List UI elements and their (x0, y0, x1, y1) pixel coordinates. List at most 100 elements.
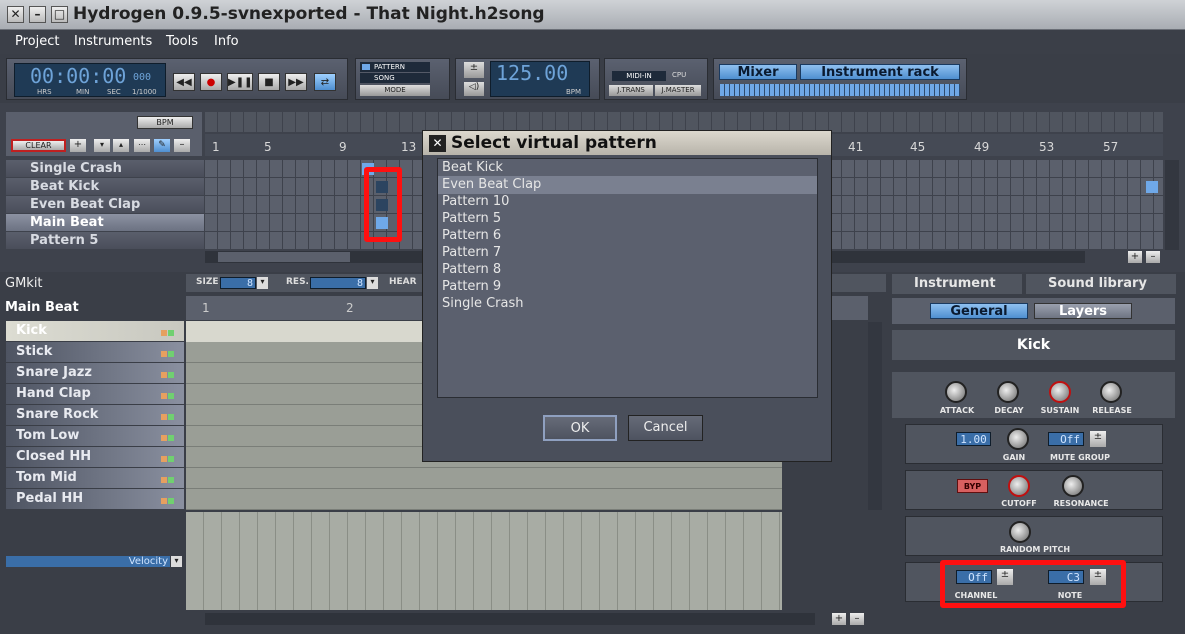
bpm-stepper-icon[interactable]: ± (464, 62, 484, 78)
move-down-icon[interactable]: ▾ (94, 139, 110, 152)
instrument-name: Snare Rock (16, 407, 99, 422)
mode-button[interactable]: MODE (360, 85, 430, 96)
cancel-button[interactable]: Cancel (628, 415, 703, 441)
mute-group-value[interactable]: Off (1048, 432, 1084, 446)
list-item[interactable]: Pattern 10 (442, 193, 509, 210)
zoom-in-icon[interactable]: + (1128, 251, 1142, 263)
res-dropdown-icon[interactable]: ▾ (367, 277, 378, 289)
gain-knob[interactable] (1007, 428, 1029, 450)
add-pattern-icon[interactable]: + (70, 139, 86, 152)
instrument-rack-button[interactable]: Instrument rack (800, 64, 960, 80)
close-icon[interactable]: ✕ (7, 6, 24, 23)
mute-solo-leds[interactable] (160, 367, 174, 381)
filter-bypass-button[interactable]: BYP (957, 479, 988, 493)
instrument-row[interactable]: Snare Jazz (6, 363, 184, 383)
minimize-icon[interactable]: – (29, 6, 46, 23)
mute-solo-leds[interactable] (160, 409, 174, 423)
instrument-row[interactable]: Tom Mid (6, 468, 184, 488)
menu-project[interactable]: Project (15, 34, 59, 49)
fast-forward-button[interactable]: ▶▶ (285, 73, 307, 91)
pattern-row-selected[interactable]: Main Beat (6, 214, 204, 231)
song-bpm-button[interactable]: BPM (137, 116, 193, 129)
pattern-row[interactable]: Beat Kick (6, 178, 204, 195)
song-vscrollbar[interactable] (1165, 160, 1179, 250)
mute-solo-leds[interactable] (160, 346, 174, 360)
attack-knob[interactable] (945, 381, 967, 403)
list-item[interactable]: Beat Kick (442, 159, 503, 176)
tab-general[interactable]: General (930, 303, 1028, 319)
release-knob[interactable] (1100, 381, 1122, 403)
mute-solo-leds[interactable] (160, 388, 174, 402)
gain-value[interactable]: 1.00 (956, 432, 991, 446)
tab-layers[interactable]: Layers (1034, 303, 1132, 319)
velocity-select[interactable]: Velocity (6, 556, 170, 567)
res-field[interactable]: 8 (310, 277, 366, 289)
resonance-knob[interactable] (1062, 475, 1084, 497)
ok-button[interactable]: OK (543, 415, 617, 441)
select-mode-icon[interactable]: ⋯ (134, 139, 150, 152)
menu-info[interactable]: Info (214, 34, 239, 49)
list-item[interactable]: Single Crash (442, 295, 524, 312)
ruler-num: 45 (910, 140, 926, 154)
tab-instrument[interactable]: Instrument (892, 274, 1022, 294)
instrument-row[interactable]: Stick (6, 342, 184, 362)
menu-instruments[interactable]: Instruments (74, 34, 152, 49)
pattern-row[interactable]: Single Crash (6, 160, 204, 177)
pattern-zoom-in-icon[interactable]: + (832, 613, 846, 625)
stop-button[interactable]: ■ (258, 73, 280, 91)
velocity-grid[interactable] (186, 512, 782, 610)
mute-solo-leds[interactable] (160, 451, 174, 465)
pattern-hscrollbar[interactable] (205, 613, 815, 625)
list-item[interactable]: Pattern 8 (442, 261, 501, 278)
velocity-dropdown-icon[interactable]: ▾ (171, 556, 182, 567)
mute-solo-leds[interactable] (160, 472, 174, 486)
list-item[interactable]: Pattern 7 (442, 244, 501, 261)
mixer-button[interactable]: Mixer (719, 64, 797, 80)
rewind-button[interactable]: ◀◀ (173, 73, 195, 91)
instrument-row-selected[interactable]: Kick (6, 321, 184, 341)
bpm-value[interactable]: 125.00 (496, 61, 568, 85)
maximize-icon[interactable]: □ (51, 6, 68, 23)
instrument-row[interactable]: Snare Rock (6, 405, 184, 425)
size-field[interactable]: 8 (220, 277, 256, 289)
song-hscroll-thumb[interactable] (218, 252, 350, 262)
sustain-knob[interactable] (1049, 381, 1071, 403)
metronome-icon[interactable]: ◁) (464, 82, 484, 96)
play-pause-button[interactable]: ▶❚❚ (227, 73, 253, 91)
zoom-out-icon[interactable]: – (1146, 251, 1160, 263)
random-pitch-knob[interactable] (1009, 521, 1031, 543)
pattern-zoom-out-icon[interactable]: – (850, 613, 864, 625)
instrument-row[interactable]: Pedal HH (6, 489, 184, 509)
instrument-row[interactable]: Closed HH (6, 447, 184, 467)
pattern-row[interactable]: Pattern 5 (6, 232, 204, 249)
mute-solo-leds[interactable] (160, 325, 174, 339)
cutoff-knob[interactable] (1008, 475, 1030, 497)
list-item-selected[interactable]: Even Beat Clap (442, 176, 541, 193)
dialog-close-icon[interactable]: ✕ (429, 135, 446, 152)
mode-song[interactable]: SONG (360, 73, 430, 83)
decay-knob[interactable] (997, 381, 1019, 403)
song-cell-active[interactable] (1146, 181, 1158, 193)
tab-sound-library[interactable]: Sound library (1026, 274, 1176, 294)
pattern-vscrollbar[interactable] (868, 322, 882, 510)
mute-solo-leds[interactable] (160, 493, 174, 507)
menu-tools[interactable]: Tools (166, 34, 198, 49)
record-button[interactable]: ● (200, 73, 222, 91)
size-dropdown-icon[interactable]: ▾ (257, 277, 268, 289)
clear-button[interactable]: CLEAR (11, 139, 66, 152)
remove-pattern-icon[interactable]: – (174, 139, 190, 152)
jack-master-button[interactable]: J.MASTER (655, 85, 701, 96)
list-item[interactable]: Pattern 9 (442, 278, 501, 295)
list-item[interactable]: Pattern 5 (442, 210, 501, 227)
instrument-row[interactable]: Hand Clap (6, 384, 184, 404)
mode-pattern[interactable]: PATTERN (360, 62, 430, 72)
pattern-row[interactable]: Even Beat Clap (6, 196, 204, 213)
move-up-icon[interactable]: ▴ (113, 139, 129, 152)
jack-transport-button[interactable]: J.TRANS (609, 85, 653, 96)
draw-mode-icon[interactable]: ✎ (154, 139, 170, 152)
mute-group-stepper-icon[interactable]: ± (1090, 431, 1106, 447)
instrument-row[interactable]: Tom Low (6, 426, 184, 446)
loop-icon[interactable]: ⇄ (314, 73, 336, 91)
list-item[interactable]: Pattern 6 (442, 227, 501, 244)
mute-solo-leds[interactable] (160, 430, 174, 444)
